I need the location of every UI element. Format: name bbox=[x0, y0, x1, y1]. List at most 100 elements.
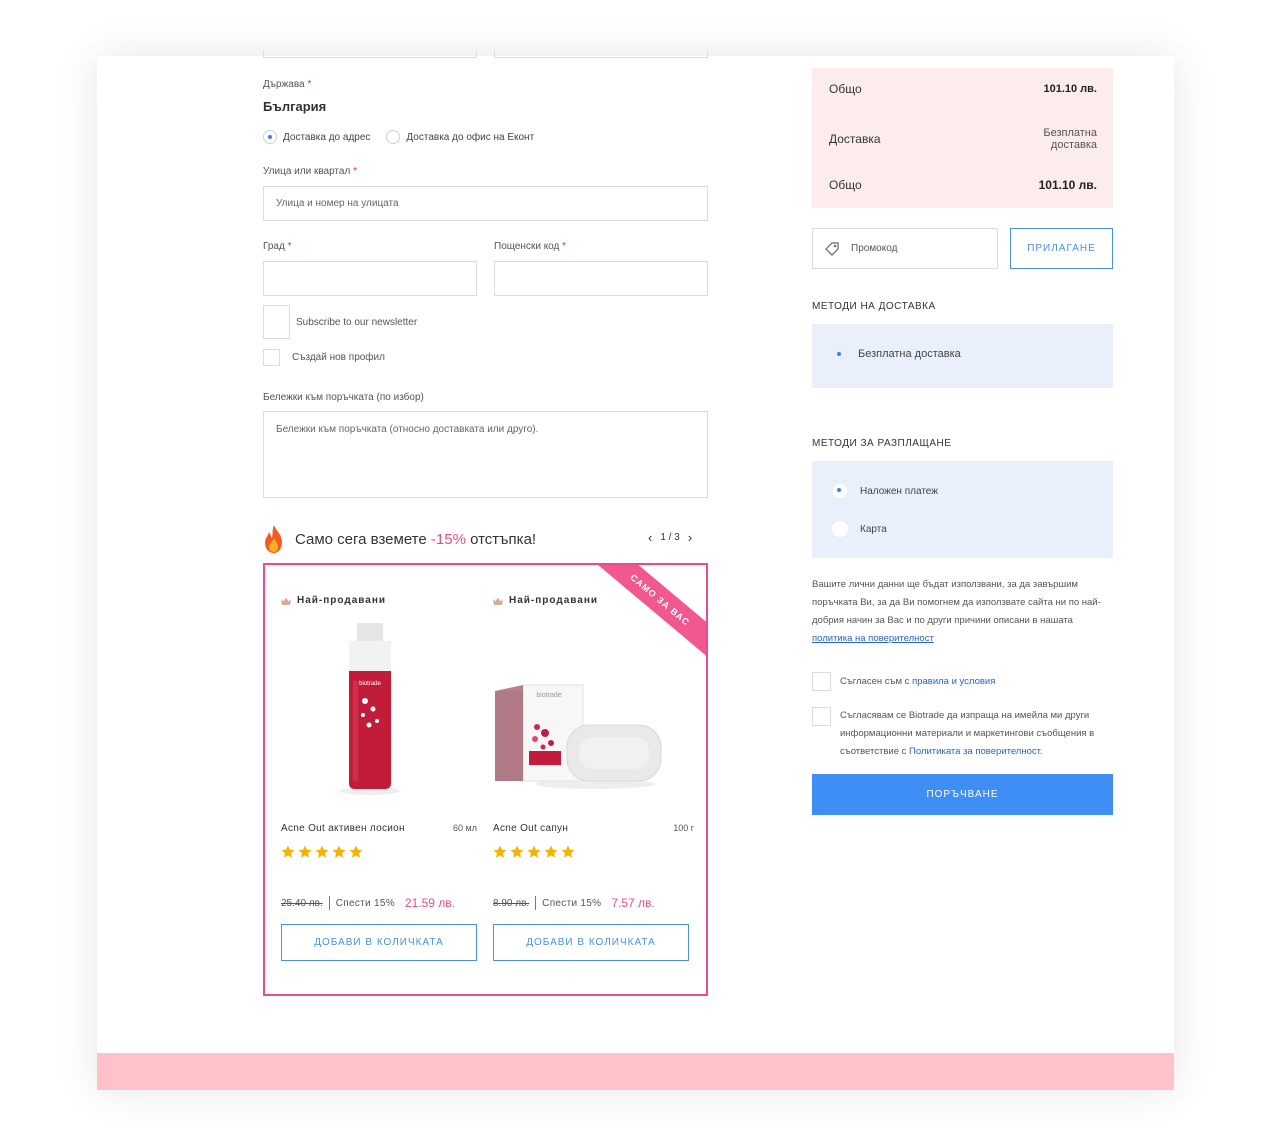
promocode-placeholder: Промокод bbox=[851, 243, 898, 254]
marketing-agreement: Съгласявам се Biotrade да изпраща на име… bbox=[812, 707, 1113, 761]
new-price: 7.57 лв. bbox=[611, 896, 655, 910]
notes-textarea[interactable]: Бележки към поръчката (относно доставкат… bbox=[263, 411, 708, 498]
country-label: Държава * bbox=[263, 79, 312, 90]
city-label: Град * bbox=[263, 241, 292, 252]
total-value: 101.10 лв. bbox=[1038, 178, 1097, 192]
subtotal-value: 101.10 лв. bbox=[1043, 83, 1097, 95]
delivery-value: Безплатна доставка bbox=[1043, 127, 1097, 151]
previous-field-right[interactable] bbox=[494, 50, 708, 58]
country-value: България bbox=[263, 99, 327, 114]
terms-agreement: Съгласен съм с правила и условия bbox=[812, 672, 1112, 691]
payment-card-radio[interactable] bbox=[832, 521, 848, 537]
bestseller-badge: Най-продавани bbox=[281, 595, 386, 606]
privacy-policy-link[interactable]: политика на поверителност bbox=[812, 633, 934, 644]
payment-cod-label: Наложен платеж bbox=[860, 485, 938, 497]
product-card: Най-продавани biotrade Acne Out сапун 10… bbox=[477, 565, 694, 994]
total-row: Общо 101.10 лв. bbox=[829, 178, 1097, 192]
create-account-label: Създай нов профил bbox=[292, 352, 385, 363]
apply-promocode-button[interactable]: ПРИЛАГАНЕ bbox=[1010, 228, 1113, 269]
promocode-input[interactable]: Промокод bbox=[812, 228, 998, 269]
newsletter-label: Subscribe to our newsletter bbox=[296, 317, 418, 328]
product-image[interactable]: biotrade bbox=[335, 621, 405, 796]
price-row: 8.90 лв. Спести 15% 7.57 лв. bbox=[493, 896, 655, 910]
street-label: Улица или квартал * bbox=[263, 166, 357, 177]
payment-card-label: Карта bbox=[860, 523, 887, 535]
notes-label: Бележки към поръчката (по избор) bbox=[263, 392, 424, 403]
bestseller-badge: Най-продавани bbox=[493, 595, 598, 606]
newsletter-checkbox[interactable] bbox=[263, 305, 290, 339]
star-icon bbox=[527, 845, 541, 858]
marketing-policy-link[interactable]: Политиката за поверителност. bbox=[909, 746, 1043, 757]
product-image[interactable]: biotrade bbox=[485, 681, 665, 791]
postcode-input[interactable] bbox=[494, 261, 708, 296]
tag-icon bbox=[825, 241, 839, 256]
shipping-option-label: Безплатна доставка bbox=[858, 348, 961, 360]
product-size: 60 мл bbox=[453, 823, 477, 833]
shipping-option[interactable]: Безплатна доставка bbox=[832, 347, 961, 361]
payment-cod-radio[interactable] bbox=[832, 483, 848, 499]
postcode-label: Пощенски код * bbox=[494, 241, 567, 252]
product-name[interactable]: Acne Out сапун bbox=[493, 823, 568, 834]
price-row: 25.40 лв. Спести 15% 21.59 лв. bbox=[281, 896, 455, 910]
street-input[interactable]: Улица и номер на улицата bbox=[263, 186, 708, 221]
payment-methods-title: МЕТОДИ ЗА РАЗПЛАЩАНЕ bbox=[812, 438, 952, 449]
promo-heading: Само сега вземете -15% отстъпка! bbox=[263, 524, 536, 554]
fire-icon bbox=[265, 525, 282, 553]
crown-icon bbox=[281, 597, 291, 605]
star-icon bbox=[561, 845, 575, 858]
checkout-card: Държава * България Доставка до адрес Дос… bbox=[97, 50, 1174, 1090]
previous-fields bbox=[263, 50, 708, 58]
save-percent: Спести 15% bbox=[335, 897, 395, 909]
pager-count: 1 / 3 bbox=[660, 532, 680, 543]
product-size: 100 г bbox=[673, 823, 694, 833]
star-icon bbox=[349, 845, 363, 858]
product-image-brand: biotrade bbox=[536, 692, 561, 699]
star-icon bbox=[281, 845, 295, 858]
old-price: 25.40 лв. bbox=[281, 897, 323, 909]
payment-option-card[interactable]: Карта bbox=[832, 521, 887, 537]
subtotal-label: Общо bbox=[829, 82, 862, 96]
rating-stars bbox=[281, 845, 366, 859]
city-input[interactable] bbox=[263, 261, 477, 296]
star-icon bbox=[493, 845, 507, 858]
promo-pager: ‹ 1 / 3 › bbox=[640, 530, 700, 545]
notes-placeholder: Бележки към поръчката (относно доставкат… bbox=[276, 424, 539, 435]
promo-title: Само сега вземете -15% отстъпка! bbox=[295, 530, 537, 548]
product-card: Най-продавани biotrade Acne Out активен … bbox=[265, 565, 477, 994]
product-name[interactable]: Acne Out активен лосион bbox=[281, 823, 405, 834]
terms-checkbox[interactable] bbox=[812, 672, 831, 691]
order-summary: Общо 101.10 лв. Доставка Безплатна достав… bbox=[812, 68, 1113, 208]
product-image-brand: biotrade bbox=[359, 681, 381, 687]
delivery-office-label: Доставка до офис на Еконт bbox=[406, 131, 535, 143]
privacy-notice: Вашите лични данни ще бъдат използвани, … bbox=[812, 576, 1112, 648]
star-icon bbox=[298, 845, 312, 858]
delivery-address-radio[interactable] bbox=[263, 130, 277, 144]
add-to-cart-button[interactable]: ДОБАВИ В КОЛИЧКАТА bbox=[493, 924, 689, 961]
star-icon bbox=[544, 845, 558, 858]
add-to-cart-button[interactable]: ДОБАВИ В КОЛИЧКАТА bbox=[281, 924, 477, 961]
promo-carousel: САМО ЗА ВАС Най-продавани biotrade Acne … bbox=[263, 563, 708, 996]
payment-option-cod[interactable]: Наложен платеж bbox=[832, 483, 938, 499]
create-account-checkbox[interactable] bbox=[263, 349, 280, 366]
marketing-checkbox[interactable] bbox=[812, 707, 831, 726]
shipping-methods-box: Безплатна доставка bbox=[812, 324, 1113, 388]
shipping-radio[interactable] bbox=[832, 347, 846, 361]
privacy-text: Вашите лични данни ще бъдат използвани, … bbox=[812, 579, 1101, 626]
star-icon bbox=[510, 845, 524, 858]
crown-icon bbox=[493, 597, 503, 605]
pager-next-icon[interactable]: › bbox=[688, 530, 692, 545]
previous-field-left[interactable] bbox=[263, 50, 477, 58]
old-price: 8.90 лв. bbox=[493, 897, 530, 909]
new-price: 21.59 лв. bbox=[404, 896, 455, 910]
terms-link[interactable]: правила и условия bbox=[912, 676, 995, 687]
shipping-methods-title: МЕТОДИ НА ДОСТАВКА bbox=[812, 301, 936, 312]
save-percent: Спести 15% bbox=[542, 897, 602, 909]
star-icon bbox=[332, 845, 346, 858]
delivery-office-radio[interactable] bbox=[386, 130, 401, 144]
footer-band bbox=[97, 1053, 1174, 1090]
place-order-button[interactable]: ПОРЪЧВАНЕ bbox=[812, 774, 1113, 815]
pager-prev-icon[interactable]: ‹ bbox=[648, 530, 652, 545]
subtotal-row: Общо 101.10 лв. bbox=[829, 82, 1097, 96]
street-placeholder: Улица и номер на улицата bbox=[276, 198, 399, 209]
terms-text: Съгласен съм с bbox=[840, 676, 910, 687]
